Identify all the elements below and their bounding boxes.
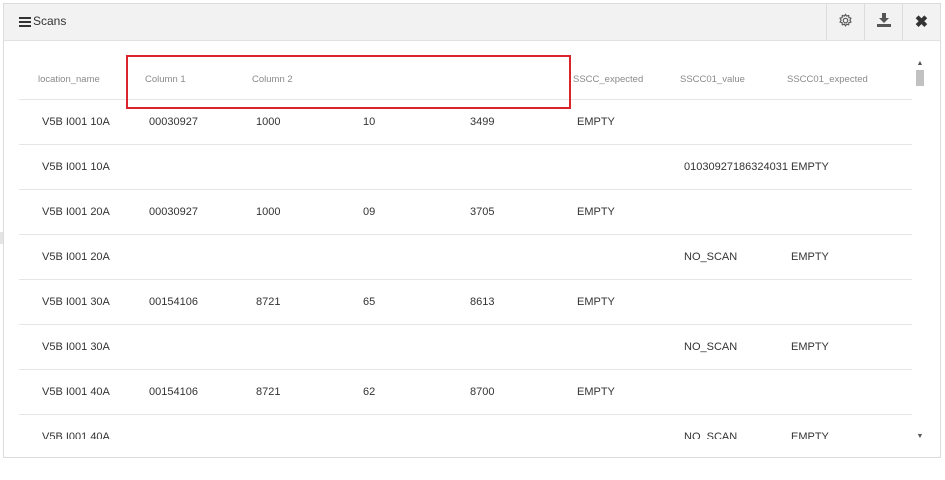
column-header-sscc-expected[interactable]: SSCC_expected	[573, 74, 643, 85]
scroll-up-arrow-icon[interactable]: ▲	[914, 60, 926, 68]
column-header-column-2[interactable]: Column 2	[252, 74, 293, 85]
cell-column-5: 8613	[470, 296, 495, 308]
cell-column-2: 1000	[256, 116, 281, 128]
cell-location-name: V5B I001 10A	[42, 161, 110, 173]
cell-location-name: V5B I001 10A	[42, 116, 110, 128]
settings-button[interactable]	[826, 4, 864, 41]
panel-header: Scans ✖	[4, 4, 940, 41]
table-header-row: location_name Column 1 Column 2 SSCC_exp…	[19, 41, 912, 100]
cell-sscc01-value: NO_SCAN	[684, 341, 738, 353]
cell-sscc01-value: NO_SCAN	[684, 431, 738, 439]
cell-sscc-expected: EMPTY	[577, 386, 615, 398]
left-edge-tab	[0, 232, 3, 244]
cell-sscc-expected: EMPTY	[577, 206, 615, 218]
cell-location-name: V5B I001 30A	[42, 296, 110, 308]
cell-location-name: V5B I001 20A	[42, 206, 110, 218]
scans-panel: Scans ✖ location_name Column 1 Column 2 …	[3, 3, 941, 458]
close-icon: ✖	[914, 13, 929, 31]
table-row[interactable]: V5B I001 10A 01030927186324031 EMPTY	[19, 145, 912, 190]
cell-column-4: 09	[363, 206, 376, 218]
panel-title: Scans	[33, 14, 67, 28]
cell-location-name: V5B I001 40A	[42, 386, 110, 398]
cell-sscc01-expected: EMPTY	[791, 251, 829, 263]
menu-icon[interactable]	[19, 15, 31, 27]
cell-sscc01-value: NO_SCAN	[684, 251, 738, 263]
cell-column-4: 10	[363, 116, 376, 128]
cell-sscc01-expected: EMPTY	[791, 161, 829, 173]
table-row[interactable]: V5B I001 20A 00030927 1000 09 3705 EMPTY	[19, 190, 912, 235]
scans-table: location_name Column 1 Column 2 SSCC_exp…	[19, 41, 912, 439]
table-row[interactable]: V5B I001 30A 00154106 8721 65 8613 EMPTY	[19, 280, 912, 325]
cell-column-1: 00030927	[149, 116, 198, 128]
cell-sscc01-value: 01030927186324031	[684, 161, 788, 173]
vertical-scrollbar[interactable]: ▲ ▼	[914, 60, 926, 442]
cell-location-name: V5B I001 40A	[42, 431, 110, 439]
column-header-sscc01-expected[interactable]: SSCC01_expected	[787, 74, 868, 85]
cell-sscc-expected: EMPTY	[577, 296, 615, 308]
cell-column-5: 3705	[470, 206, 495, 218]
scroll-down-arrow-icon[interactable]: ▼	[914, 433, 926, 441]
column-header-location-name[interactable]: location_name	[38, 74, 100, 85]
column-header-column-1[interactable]: Column 1	[145, 74, 186, 85]
table-row[interactable]: V5B I001 10A 00030927 1000 10 3499 EMPTY	[19, 100, 912, 145]
download-button[interactable]	[864, 4, 902, 41]
cell-column-5: 8700	[470, 386, 495, 398]
cell-location-name: V5B I001 30A	[42, 341, 110, 353]
cell-column-1: 00154106	[149, 296, 198, 308]
cell-column-5: 3499	[470, 116, 495, 128]
title-group: Scans	[19, 14, 66, 28]
table-row[interactable]: V5B I001 40A NO_SCAN EMPTY	[19, 415, 912, 439]
cell-column-2: 8721	[256, 386, 281, 398]
table-row[interactable]: V5B I001 30A NO_SCAN EMPTY	[19, 325, 912, 370]
gear-icon	[838, 12, 853, 33]
cell-sscc01-expected: EMPTY	[791, 341, 829, 353]
cell-column-2: 1000	[256, 206, 281, 218]
download-icon	[876, 13, 891, 32]
cell-column-4: 65	[363, 296, 376, 308]
cell-location-name: V5B I001 20A	[42, 251, 110, 263]
table-row[interactable]: V5B I001 20A NO_SCAN EMPTY	[19, 235, 912, 280]
cell-column-2: 8721	[256, 296, 281, 308]
cell-column-1: 00030927	[149, 206, 198, 218]
cell-column-4: 62	[363, 386, 376, 398]
cell-sscc01-expected: EMPTY	[791, 431, 829, 439]
close-button[interactable]: ✖	[902, 4, 940, 41]
column-header-sscc01-value[interactable]: SSCC01_value	[680, 74, 745, 85]
cell-sscc-expected: EMPTY	[577, 116, 615, 128]
table-row[interactable]: V5B I001 40A 00154106 8721 62 8700 EMPTY	[19, 370, 912, 415]
cell-column-1: 00154106	[149, 386, 198, 398]
scrollbar-thumb[interactable]	[916, 70, 924, 86]
